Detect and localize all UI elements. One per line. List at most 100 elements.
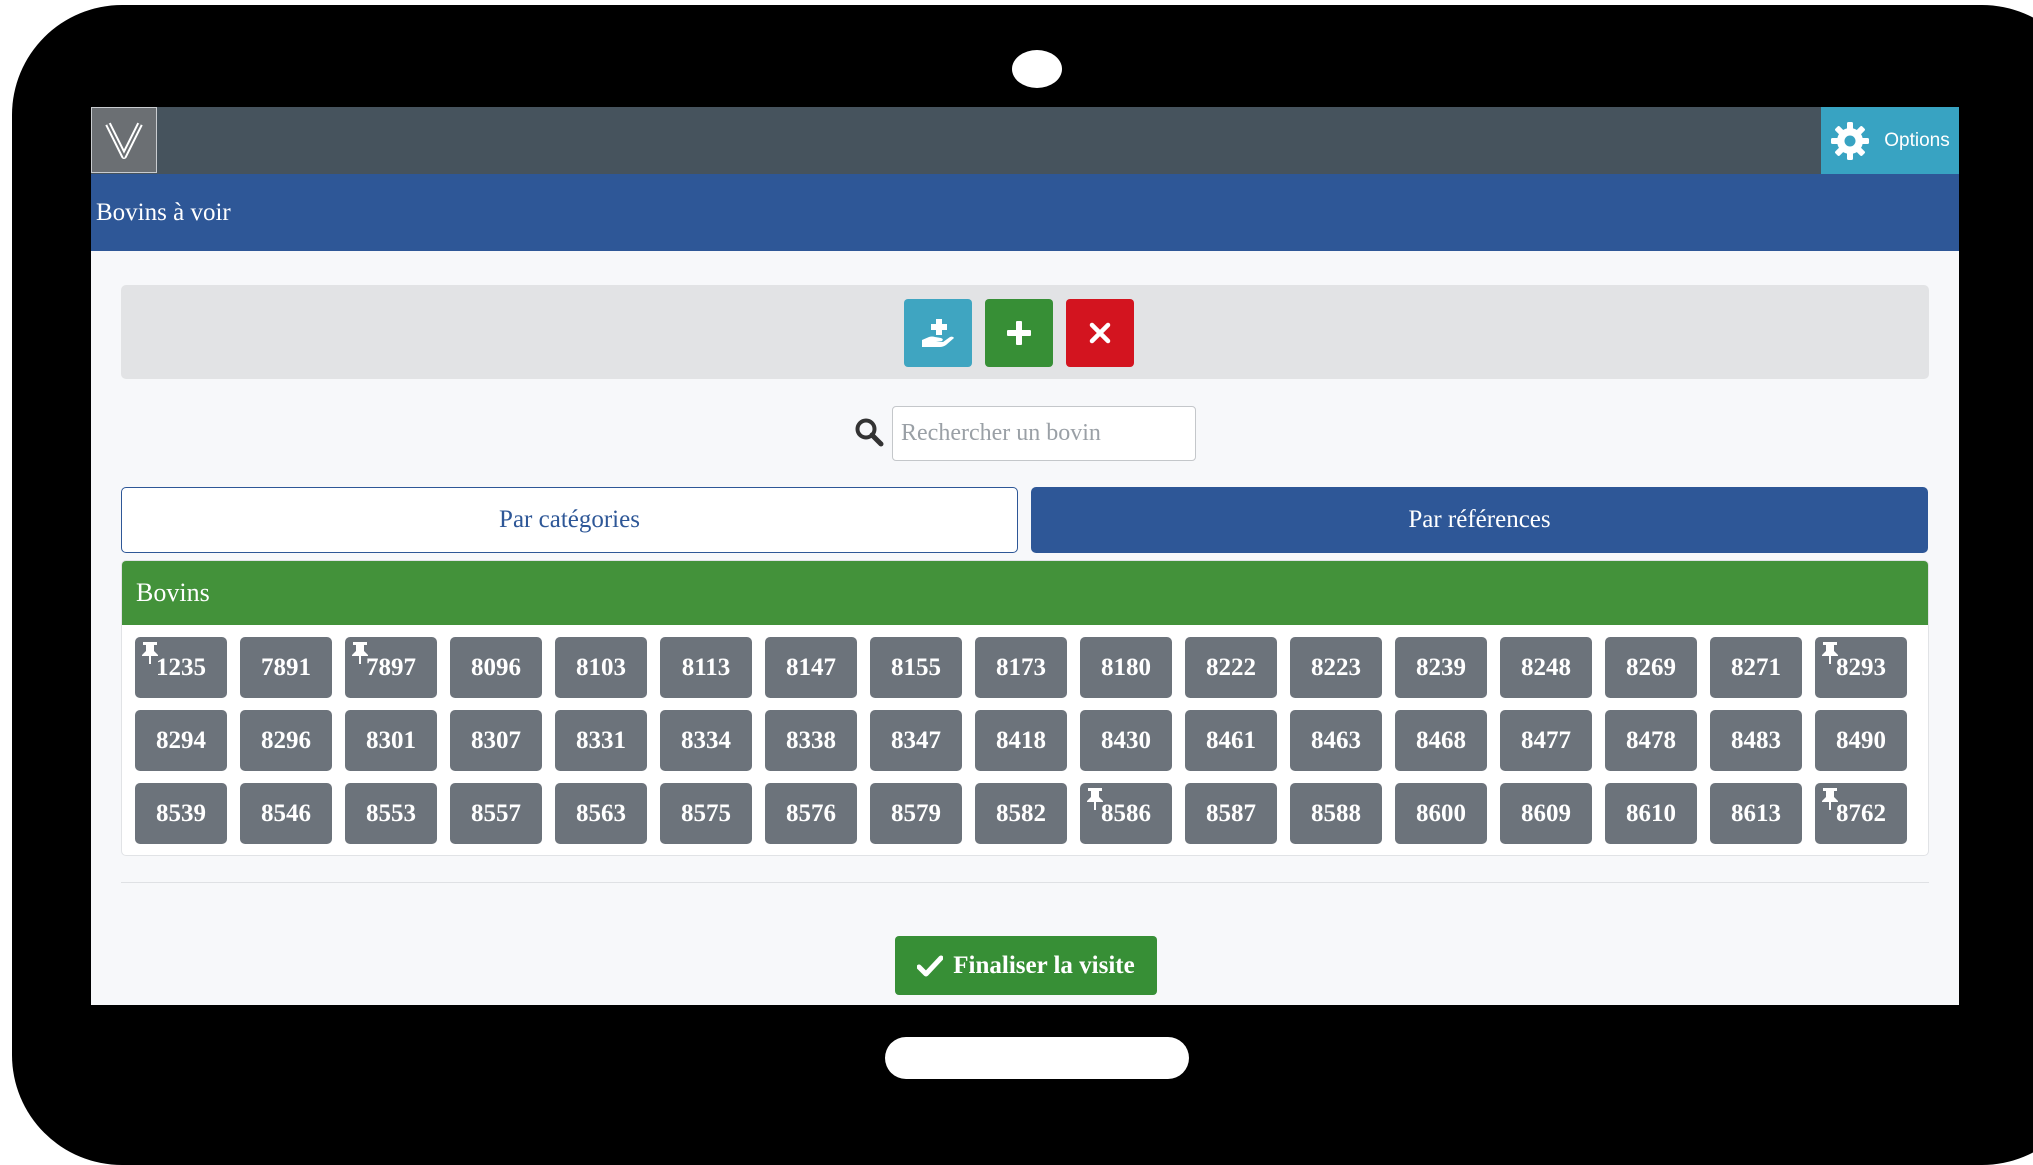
bovin-tag-label: 8563: [576, 799, 626, 827]
bovin-tag-label: 8239: [1416, 653, 1466, 681]
bovin-tag[interactable]: 8096: [450, 637, 542, 698]
bovin-tag[interactable]: 8483: [1710, 710, 1802, 771]
bovin-tag[interactable]: 8563: [555, 783, 647, 844]
bovin-tag[interactable]: 8239: [1395, 637, 1487, 698]
bovin-tag-label: 8155: [891, 653, 941, 681]
bovin-tag[interactable]: 8582: [975, 783, 1067, 844]
search-icon: [855, 418, 884, 447]
bovin-tag[interactable]: 8331: [555, 710, 647, 771]
card-header: Bovins: [122, 561, 1928, 625]
tab-par-references[interactable]: Par références: [1031, 487, 1928, 553]
bovin-tag-label: 7891: [261, 653, 311, 681]
bovin-tag[interactable]: 1235: [135, 637, 227, 698]
bovin-tag[interactable]: 8271: [1710, 637, 1802, 698]
bovin-tag[interactable]: 8461: [1185, 710, 1277, 771]
bovin-tag[interactable]: 8147: [765, 637, 857, 698]
bovin-tag-label: 8490: [1836, 726, 1886, 754]
bovin-tag[interactable]: 8222: [1185, 637, 1277, 698]
tab-par-categories[interactable]: Par catégories: [121, 487, 1018, 553]
v-logo-icon: [105, 122, 143, 159]
page-header: Bovins à voir: [91, 174, 1959, 251]
bovin-tag-label: 8418: [996, 726, 1046, 754]
bovin-tag[interactable]: 8546: [240, 783, 332, 844]
bovin-tag[interactable]: 8294: [135, 710, 227, 771]
bovin-tag[interactable]: 8334: [660, 710, 752, 771]
remove-button[interactable]: [1066, 299, 1134, 367]
plus-icon: [1007, 321, 1031, 345]
bovin-tag[interactable]: 8575: [660, 783, 752, 844]
add-button[interactable]: [985, 299, 1053, 367]
bovin-tag[interactable]: 8301: [345, 710, 437, 771]
bovin-tag[interactable]: 8609: [1500, 783, 1592, 844]
bovin-tag[interactable]: 8576: [765, 783, 857, 844]
bovin-tag[interactable]: 8579: [870, 783, 962, 844]
bovin-tag[interactable]: 8248: [1500, 637, 1592, 698]
app-logo[interactable]: [91, 107, 157, 173]
bovin-tag[interactable]: 8338: [765, 710, 857, 771]
bovin-tag[interactable]: 8155: [870, 637, 962, 698]
thumbtack-icon: [1087, 788, 1103, 810]
bovin-tag[interactable]: 8463: [1290, 710, 1382, 771]
thumbtack-icon: [1822, 788, 1838, 810]
options-label: Options: [1884, 129, 1950, 151]
bovin-tag[interactable]: 8610: [1605, 783, 1697, 844]
bovin-tag-label: 8293: [1836, 653, 1886, 681]
bovin-tag[interactable]: 8103: [555, 637, 647, 698]
bovin-tag[interactable]: 8180: [1080, 637, 1172, 698]
bovin-tag-label: 8301: [366, 726, 416, 754]
bovin-tag[interactable]: 8347: [870, 710, 962, 771]
finalize-visit-button[interactable]: Finaliser la visite: [895, 936, 1157, 995]
bovin-tag[interactable]: 8588: [1290, 783, 1382, 844]
bovin-tag-label: 8307: [471, 726, 521, 754]
bovin-tag-label: 8294: [156, 726, 206, 754]
bovin-tag-label: 8575: [681, 799, 731, 827]
bovin-tag-label: 8588: [1311, 799, 1361, 827]
bovin-tag[interactable]: 8477: [1500, 710, 1592, 771]
bovin-tag-label: 8553: [366, 799, 416, 827]
bovin-tag[interactable]: 8600: [1395, 783, 1487, 844]
bovin-tag-label: 8222: [1206, 653, 1256, 681]
bovins-card: Bovins 1235 7891 7897 8096 8103 8113 8147 8155 8…: [121, 560, 1929, 856]
tablet-home-button: [885, 1037, 1189, 1079]
gear-icon: [1831, 121, 1870, 160]
finalize-label: Finaliser la visite: [953, 951, 1135, 979]
bovin-tag[interactable]: 8587: [1185, 783, 1277, 844]
bovin-tag[interactable]: 8468: [1395, 710, 1487, 771]
bovin-tag[interactable]: 8557: [450, 783, 542, 844]
bovin-tag[interactable]: 8762: [1815, 783, 1907, 844]
check-icon: [917, 955, 944, 976]
divider: [121, 882, 1929, 883]
bovin-tag-label: 8539: [156, 799, 206, 827]
options-button[interactable]: Options: [1821, 107, 1959, 174]
bovin-tag[interactable]: 8539: [135, 783, 227, 844]
bovin-tag-label: 8557: [471, 799, 521, 827]
bovin-tag[interactable]: 8296: [240, 710, 332, 771]
bovin-tag[interactable]: 8113: [660, 637, 752, 698]
bovin-tag[interactable]: 8307: [450, 710, 542, 771]
bovin-tag[interactable]: 8553: [345, 783, 437, 844]
bovin-tag-label: 8338: [786, 726, 836, 754]
bovin-tag[interactable]: 8478: [1605, 710, 1697, 771]
card-title: Bovins: [136, 578, 210, 607]
page-title: Bovins à voir: [96, 198, 231, 226]
bovin-tag[interactable]: 7891: [240, 637, 332, 698]
thumbtack-icon: [142, 642, 158, 664]
bovin-tag[interactable]: 8293: [1815, 637, 1907, 698]
bovin-tag[interactable]: 8418: [975, 710, 1067, 771]
bovin-tag-label: 8610: [1626, 799, 1676, 827]
top-navbar: Options: [91, 107, 1959, 174]
bovin-tag[interactable]: 8490: [1815, 710, 1907, 771]
bovin-tag-label: 8546: [261, 799, 311, 827]
bovin-tag[interactable]: 8613: [1710, 783, 1802, 844]
bovin-tag[interactable]: 8269: [1605, 637, 1697, 698]
search-input[interactable]: [892, 406, 1196, 461]
bovin-tag[interactable]: 8586: [1080, 783, 1172, 844]
bovin-tag[interactable]: 7897: [345, 637, 437, 698]
bovin-tag[interactable]: 8223: [1290, 637, 1382, 698]
bovin-tag[interactable]: 8173: [975, 637, 1067, 698]
bovin-tag-label: 8223: [1311, 653, 1361, 681]
bovin-grid: 1235 7891 7897 8096 8103 8113 8147 8155 8173 8180…: [135, 637, 1907, 844]
bovin-tag-label: 8103: [576, 653, 626, 681]
bovin-tag[interactable]: 8430: [1080, 710, 1172, 771]
care-button[interactable]: [904, 299, 972, 367]
